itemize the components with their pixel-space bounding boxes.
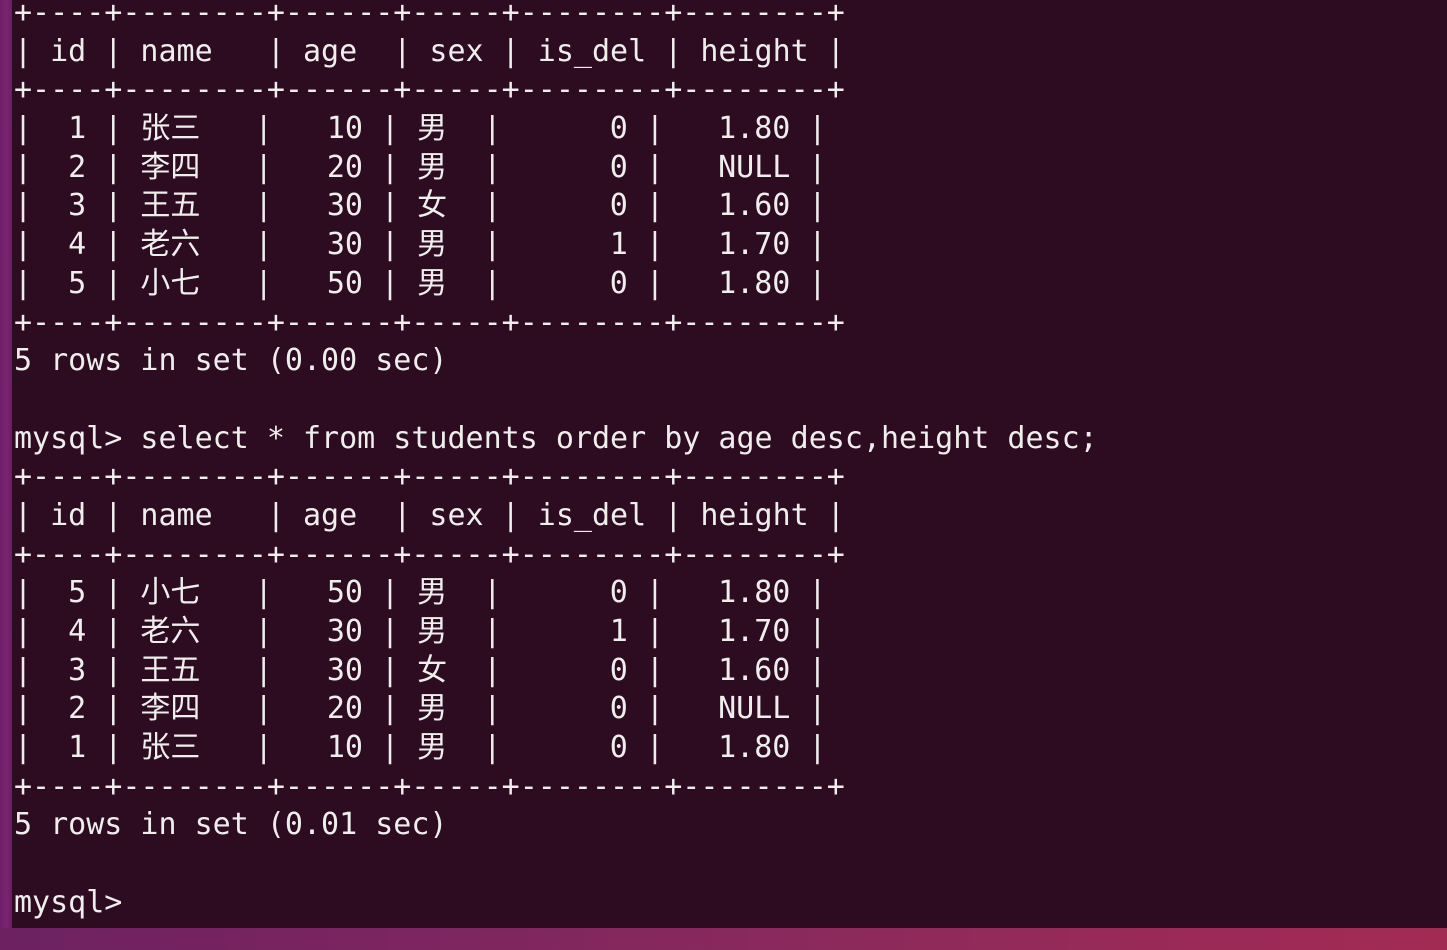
terminal-line: | 4 | 老六 | 30 | 男 | 1 | 1.70 | xyxy=(14,227,827,263)
terminal-line: +----+--------+------+-----+--------+---… xyxy=(14,304,845,340)
terminal-line: | 1 | 张三 | 10 | 男 | 0 | 1.80 | xyxy=(14,730,827,766)
terminal-output: +----+--------+------+-----+--------+---… xyxy=(14,0,1098,923)
terminal-line: 5 rows in set (0.01 sec) xyxy=(14,807,448,843)
terminal-line: | id | name | age | sex | is_del | heigh… xyxy=(14,33,845,69)
terminal-line: +----+--------+------+-----+--------+---… xyxy=(14,0,845,30)
terminal-line: | 5 | 小七 | 50 | 男 | 0 | 1.80 | xyxy=(14,575,827,611)
terminal-line: | 3 | 王五 | 30 | 女 | 0 | 1.60 | xyxy=(14,188,827,224)
terminal-line: +----+--------+------+-----+--------+---… xyxy=(14,72,845,108)
terminal-line: mysql> xyxy=(14,884,141,920)
terminal-line: | 5 | 小七 | 50 | 男 | 0 | 1.80 | xyxy=(14,265,827,301)
desktop-wallpaper-band xyxy=(0,928,1447,950)
terminal-line: | 2 | 李四 | 20 | 男 | 0 | NULL | xyxy=(14,149,827,185)
unity-launcher-strip[interactable] xyxy=(0,0,12,950)
terminal-line: | 4 | 老六 | 30 | 男 | 1 | 1.70 | xyxy=(14,614,827,649)
terminal-line: +----+--------+------+-----+--------+---… xyxy=(14,768,845,804)
terminal-line: 5 rows in set (0.00 sec) xyxy=(14,343,448,379)
terminal-line: mysql> select * from students order by a… xyxy=(14,420,1098,456)
terminal-line: | 2 | 李四 | 20 | 男 | 0 | NULL | xyxy=(14,691,827,727)
terminal-line: +----+--------+------+-----+--------+---… xyxy=(14,536,845,572)
terminal-line: +----+--------+------+-----+--------+---… xyxy=(14,459,845,495)
terminal-line: | 3 | 王五 | 30 | 女 | 0 | 1.60 | xyxy=(14,652,827,688)
screen: +----+--------+------+-----+--------+---… xyxy=(0,0,1447,950)
terminal-window[interactable]: +----+--------+------+-----+--------+---… xyxy=(12,0,1447,928)
terminal-line: | 1 | 张三 | 10 | 男 | 0 | 1.80 | xyxy=(14,111,827,147)
terminal-line: | id | name | age | sex | is_del | heigh… xyxy=(14,497,845,533)
